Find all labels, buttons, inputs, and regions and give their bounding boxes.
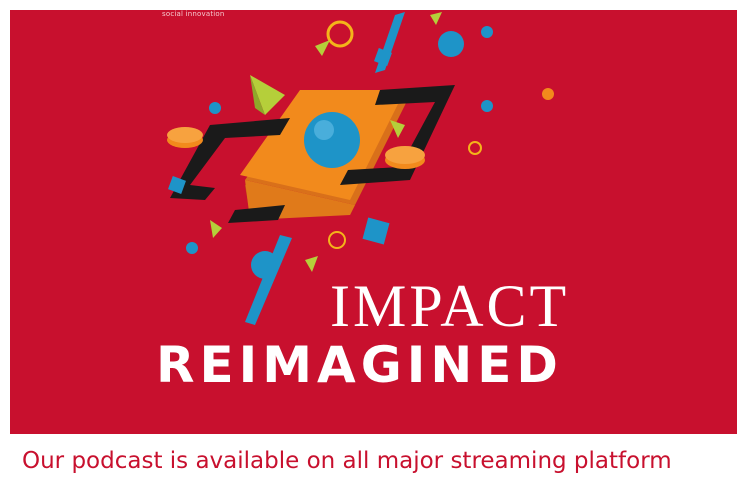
podcast-availability-caption: Our podcast is available on all major st… (22, 448, 672, 474)
blue-sphere-large (304, 112, 360, 168)
podcast-cover-image: social innovation IMPACT REIMAGINED (10, 10, 737, 434)
blue-stick-top (375, 12, 405, 73)
yellow-ring-top (326, 20, 354, 48)
blue-stick-bottom (245, 235, 292, 325)
title-impact: IMPACT (330, 273, 570, 339)
title-reimagined: REIMAGINED (156, 336, 563, 394)
blue-sphere (438, 31, 464, 57)
